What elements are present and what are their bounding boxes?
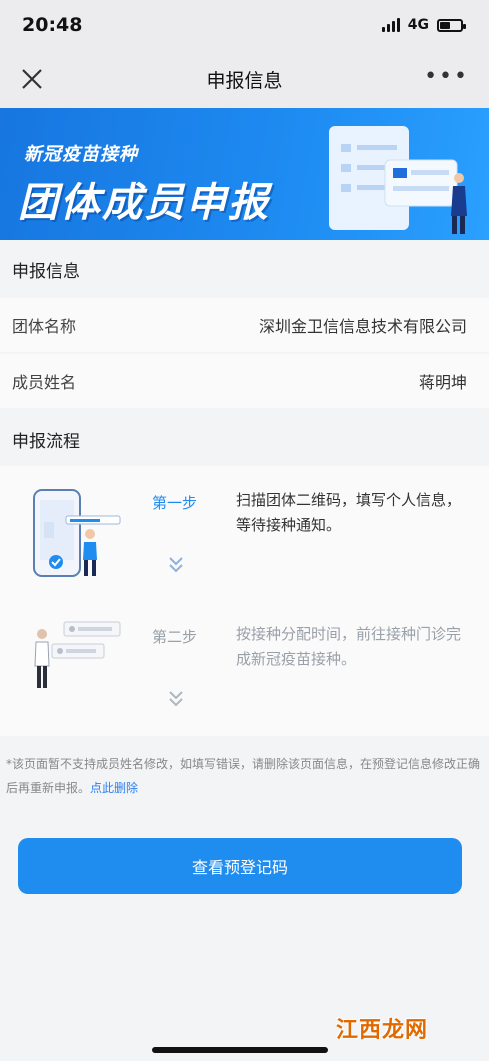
field-label: 团体名称 [12, 317, 77, 336]
flow-card: 第一步 扫描团体二维码，填写个人信息，等待接种通知。 第二步 按接种分配时间，前… [0, 466, 489, 736]
chevron-down-icon [169, 557, 183, 573]
clinic-visit-illustration-icon [34, 621, 121, 688]
phone-scan-illustration-icon [33, 489, 121, 577]
step-1-name: 第一步 [152, 494, 198, 512]
field-value: 蒋明坤 [418, 373, 467, 392]
status-indicators: 4G [381, 17, 466, 33]
view-registration-code-button[interactable]: 查看预登记码 [18, 838, 462, 894]
step-2-name: 第二步 [152, 628, 198, 646]
step-2-desc: 按接种分配时间，前往接种门诊完成新冠疫苗接种。 [236, 625, 462, 668]
field-value: 深圳金卫信信息技术有限公司 [258, 317, 467, 336]
battery-icon [437, 18, 466, 32]
banner: 新冠疫苗接种 团体成员申报 [0, 108, 489, 240]
close-icon[interactable] [16, 63, 48, 95]
signal-icon [381, 18, 400, 32]
banner-title: 团体成员申报 [18, 180, 270, 226]
more-dots-icon[interactable]: ••• [424, 64, 469, 89]
field-label: 成员姓名 [12, 373, 77, 392]
delete-link[interactable]: 点此删除 [90, 781, 138, 795]
chevron-down-icon [169, 691, 183, 707]
notice-body: *该页面暂不支持成员姓名修改，如填写错误，请删除该页面信息，在预登记信息修改正确… [6, 757, 481, 795]
notice-text: *该页面暂不支持成员姓名修改，如填写错误，请删除该页面信息，在预登记信息修改正确… [6, 752, 482, 800]
network-type: 4G [407, 17, 429, 33]
status-bar: 20:48 4G [0, 0, 489, 50]
field-group-name: 团体名称 深圳金卫信信息技术有限公司 [0, 298, 489, 352]
page-title: 申报信息 [206, 69, 283, 92]
form-illustration-icon [329, 126, 467, 234]
home-indicator [152, 1047, 328, 1053]
section-flow-header: 申报流程 [0, 410, 489, 468]
step-1-desc: 扫描团体二维码，填写个人信息，等待接种通知。 [236, 491, 462, 534]
nav-bar: 申报信息 ••• [0, 50, 489, 108]
field-member-name: 成员姓名 蒋明坤 [0, 354, 489, 408]
banner-subtitle: 新冠疫苗接种 [24, 144, 138, 165]
section-declaration-header: 申报信息 [0, 240, 489, 298]
status-time: 20:48 [22, 14, 83, 36]
watermark-logo: 江西龙网 [336, 1018, 429, 1043]
